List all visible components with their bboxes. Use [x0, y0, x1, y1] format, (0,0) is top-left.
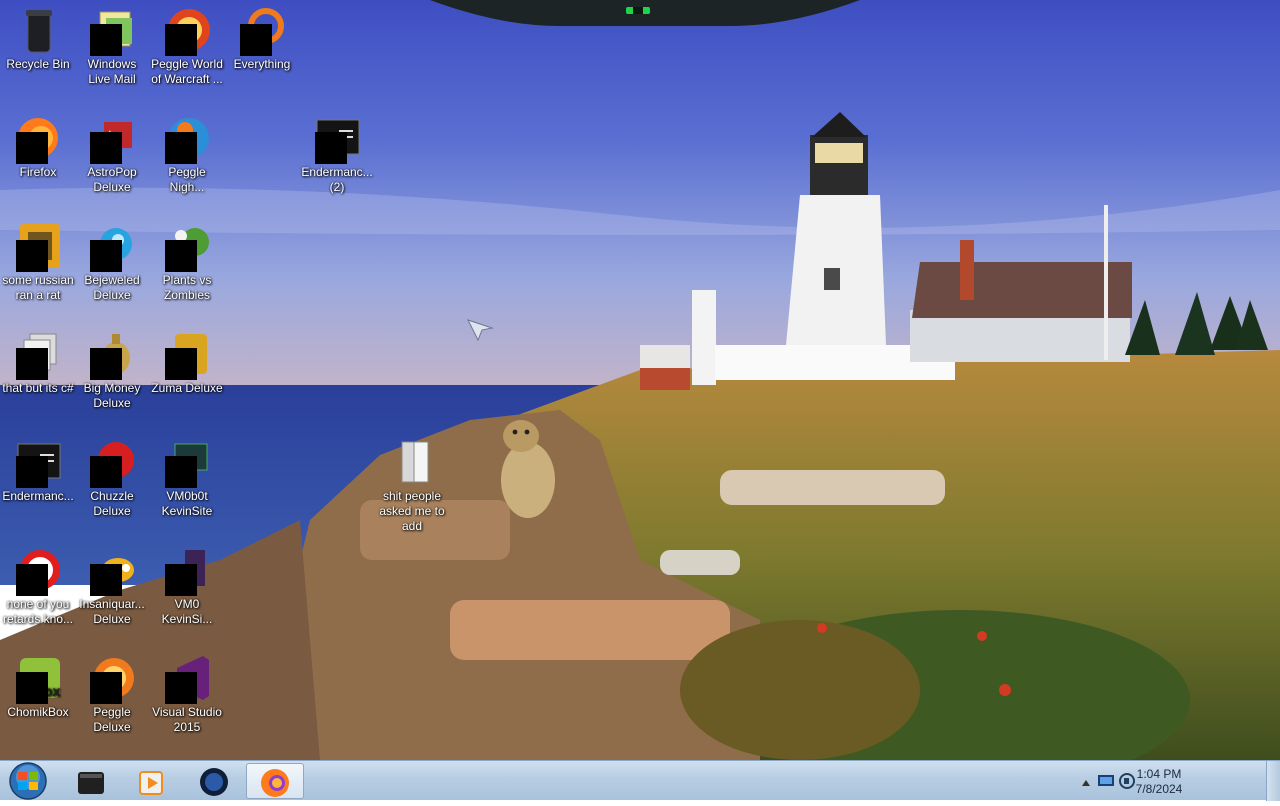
fish-icon	[88, 546, 136, 596]
app-icon	[163, 438, 211, 488]
astropop-icon	[88, 114, 136, 164]
desktop-icon-label: none of you retards kno...	[2, 597, 74, 626]
desktop-icon-chuzzle-deluxe[interactable]: Chuzzle Deluxe	[74, 438, 150, 519]
firefox-icon	[14, 114, 62, 164]
plant-icon	[163, 222, 211, 272]
desktop-icon-label: ChomikBox	[7, 705, 69, 719]
folder-icon	[388, 438, 436, 486]
desktop-icon-label: Visual Studio 2015	[152, 705, 222, 734]
desktop-icon-vm0-kevinsite[interactable]: VM0 KevinSi...	[149, 546, 225, 627]
peggle-icon	[163, 6, 211, 56]
peggle-icon	[88, 654, 136, 704]
app-window-icon	[78, 772, 104, 794]
copy-icon	[14, 330, 62, 380]
desktop-icon-bejeweled-deluxe[interactable]: Bejeweled Deluxe	[74, 222, 150, 303]
app-icon	[163, 546, 211, 596]
money-bag-icon	[88, 330, 136, 380]
zuma-icon	[163, 330, 211, 380]
recycle-bin-icon	[14, 6, 62, 54]
chuzzle-icon	[88, 438, 136, 488]
desktop-icon-label: Everything	[233, 57, 291, 71]
clock[interactable]: 1:04 PM 7/8/2024	[1120, 767, 1198, 797]
desktop-icon-zuma-deluxe[interactable]: Zuma Deluxe	[149, 330, 225, 396]
taskbar-app-black[interactable]	[62, 763, 118, 799]
desktop-icon-some-russian-ran-a-rat[interactable]: some russian ran a rat	[0, 222, 76, 303]
desktop-icon-firefox[interactable]: Firefox	[0, 114, 76, 180]
desktop-icon-label: that but its c#	[2, 381, 74, 395]
desktop-icon-plants-vs-zombies[interactable]: Plants vs Zombies	[149, 222, 225, 303]
desktop-icon-big-money-deluxe[interactable]: Big Money Deluxe	[74, 330, 150, 411]
desktop-icon-label: Bejeweled Deluxe	[84, 273, 140, 302]
search-icon	[238, 6, 286, 56]
desktop-icon-label: some russian ran a rat	[2, 273, 74, 302]
taskbar-app-globe[interactable]	[186, 763, 242, 799]
display-icon[interactable]	[1098, 775, 1114, 786]
peggle-nights-icon	[163, 114, 211, 164]
desktop-icon-visual-studio-2015[interactable]: Visual Studio 2015	[149, 654, 225, 735]
desktop-icon-insaniquarium-deluxe[interactable]: Insaniquar... Deluxe	[74, 546, 150, 627]
windows-start-orb-icon	[9, 762, 47, 800]
desktop-icon-label: Firefox	[19, 165, 57, 179]
desktop-icon-label: Peggle Nigh...	[168, 165, 206, 194]
app-icon	[14, 546, 62, 596]
desktop-icon-peggle-nights[interactable]: Peggle Nigh...	[149, 114, 225, 195]
clock-time: 1:04 PM	[1136, 767, 1182, 781]
firefox-icon	[261, 769, 289, 797]
desktop-icon-label: Endermanc... (2)	[301, 165, 373, 194]
show-hidden-icons-icon[interactable]	[1082, 780, 1090, 786]
desktop-icon-that-but-its-csharp[interactable]: that but its c#	[0, 330, 76, 396]
desktop-icon-chomikbox[interactable]: ox ChomikBox	[0, 654, 76, 720]
media-player-icon	[139, 771, 163, 795]
desktop-icon-label: Endermanc...	[2, 489, 74, 503]
desktop-icon-windows-live-mail[interactable]: Windows Live Mail	[74, 6, 150, 87]
desktop-icon-endermanch-2[interactable]: Endermanc... (2)	[299, 114, 375, 195]
console-app-icon	[14, 438, 62, 488]
desktop[interactable]: Recycle Bin Firefox some russian ran a r…	[0, 0, 1280, 760]
taskbar: 1:04 PM 7/8/2024	[0, 760, 1280, 801]
desktop-icon-label: Insaniquar... Deluxe	[79, 597, 145, 626]
globe-icon	[200, 768, 228, 796]
start-button[interactable]	[4, 761, 50, 801]
desktop-icon-label: Big Money Deluxe	[83, 381, 141, 410]
desktop-icon-none-of-you[interactable]: none of you retards kno...	[0, 546, 76, 627]
desktop-icon-recycle-bin[interactable]: Recycle Bin	[0, 6, 76, 72]
desktop-icon-endermanch[interactable]: Endermanc...	[0, 438, 76, 504]
chomikbox-icon: ox	[14, 654, 62, 704]
console-app-icon	[313, 114, 361, 164]
desktop-icon-label: Peggle World of Warcraft ...	[151, 57, 223, 86]
system-tray: 1:04 PM 7/8/2024	[1082, 761, 1280, 801]
desktop-icon-label: shit people asked me to add	[379, 489, 445, 533]
desktop-icon-label: Chuzzle Deluxe	[90, 489, 134, 518]
desktop-icon-label: Plants vs Zombies	[162, 273, 212, 302]
desktop-icon-label: Windows Live Mail	[87, 57, 137, 86]
show-desktop-button[interactable]	[1266, 761, 1280, 801]
gem-icon	[88, 222, 136, 272]
desktop-icon-peggle-world-of-warcraft[interactable]: Peggle World of Warcraft ...	[149, 6, 225, 87]
clock-date: 7/8/2024	[1135, 782, 1183, 796]
visual-studio-icon	[163, 654, 211, 704]
desktop-icon-vm0b0t-kevinsite[interactable]: VM0b0t KevinSite	[149, 438, 225, 519]
desktop-icon-label: Zuma Deluxe	[151, 381, 223, 395]
desktop-icon-label: Recycle Bin	[6, 57, 70, 71]
desktop-icon-label: Peggle Deluxe	[93, 705, 131, 734]
taskbar-app-media[interactable]	[122, 763, 178, 799]
desktop-icon-label: VM0 KevinSi...	[161, 597, 213, 626]
desktop-icon-label: AstroPop Deluxe	[87, 165, 137, 194]
java-app-icon	[14, 222, 62, 272]
desktop-icon-everything[interactable]: Everything	[224, 6, 300, 72]
taskbar-app-firefox[interactable]	[246, 763, 304, 799]
top-dock-bar[interactable]	[430, 0, 860, 26]
mail-icon	[88, 6, 136, 56]
desktop-icon-astropop-deluxe[interactable]: AstroPop Deluxe	[74, 114, 150, 195]
desktop-icon-peggle-deluxe[interactable]: Peggle Deluxe	[74, 654, 150, 735]
desktop-icon-label: VM0b0t KevinSite	[161, 489, 213, 518]
desktop-icon-shit-people-asked[interactable]: shit people asked me to add	[374, 438, 450, 534]
